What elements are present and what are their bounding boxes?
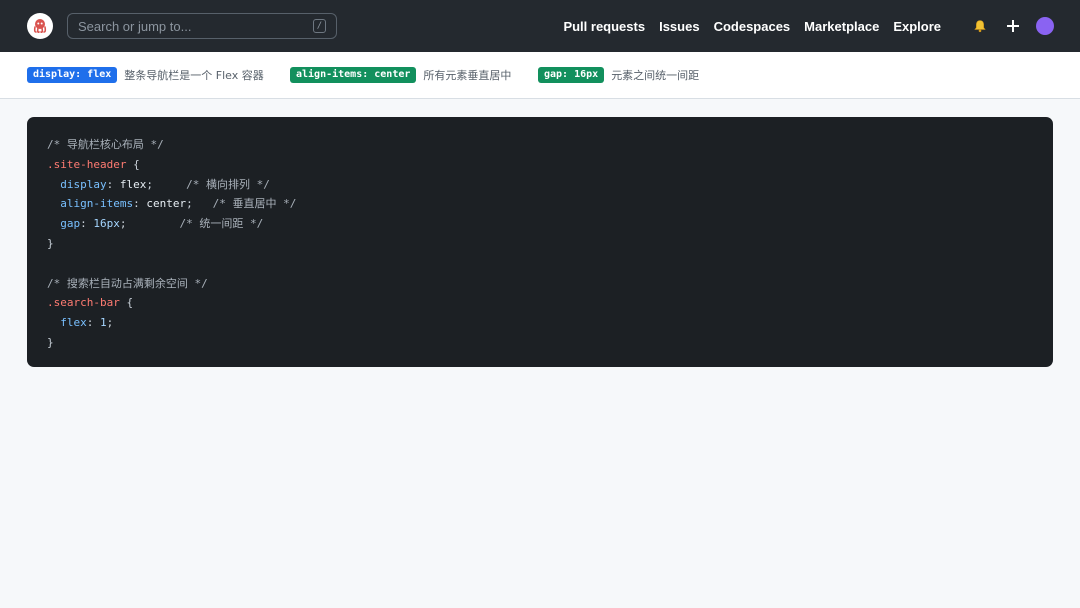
legend-item-display-flex: display: flex 整条导航栏是一个 Flex 容器 <box>27 67 264 83</box>
code-brace: { <box>126 296 134 310</box>
code-comment: /* 横向排列 */ <box>186 177 270 191</box>
code-brace: } <box>47 236 54 250</box>
code-line: } <box>47 333 1033 353</box>
code-line: gap: 16px; /* 统一间距 */ <box>60 217 264 231</box>
code-brace: { <box>133 157 140 171</box>
legend-tag: display: flex <box>27 67 118 83</box>
legend-tag: align-items: center <box>290 67 417 83</box>
code-property: display <box>60 177 107 191</box>
code-line: .search-bar { <box>47 293 1033 313</box>
nav-explore[interactable]: Explore <box>893 19 941 34</box>
code-comment: /* 统一间距 */ <box>179 217 264 231</box>
code-value: flex <box>119 177 147 191</box>
legend-item-align-items: align-items: center 所有元素垂直居中 <box>290 67 511 83</box>
bell-icon[interactable] <box>971 17 989 35</box>
nav-issues[interactable]: Issues <box>659 19 699 34</box>
code-line: /* 导航栏核心布局 */ <box>47 135 1033 155</box>
code-comment: /* 导航栏核心布局 */ <box>47 138 164 151</box>
code-line: } <box>47 234 1033 254</box>
code-property: flex <box>60 316 87 330</box>
code-value: 16px <box>93 217 120 231</box>
code-brace: } <box>47 335 54 349</box>
code-selector: .site-header <box>47 157 127 171</box>
code-comment: /* 搜索栏自动占满剩余空间 */ <box>47 276 208 290</box>
site-header: / Pull requests Issues Codespaces Market… <box>0 0 1080 52</box>
legend-description: 整条导航栏是一个 Flex 容器 <box>124 69 264 82</box>
code-property: gap <box>60 217 81 231</box>
nav-codespaces[interactable]: Codespaces <box>714 19 791 34</box>
search-bar[interactable]: / <box>67 13 337 39</box>
header-actions <box>971 17 1054 35</box>
code-property: align-items <box>60 197 134 211</box>
slash-shortcut-key: / <box>313 19 326 33</box>
code-line: align-items: center; /* 垂直居中 */ <box>60 197 297 211</box>
code-line: .site-header { <box>47 155 1033 175</box>
code-line: display: flex; /* 横向排列 */ <box>60 177 270 191</box>
octopus-logo-icon[interactable] <box>27 13 53 39</box>
code-comment: /* 垂直居中 */ <box>212 197 297 211</box>
legend-description: 元素之间统一间距 <box>611 69 700 82</box>
legend-tag: gap: 16px <box>538 67 605 83</box>
avatar[interactable] <box>1036 17 1054 35</box>
code-line: /* 搜索栏自动占满剩余空间 */ <box>47 274 1033 294</box>
code-value: 1 <box>100 316 107 330</box>
code-selector: .search-bar <box>47 296 120 310</box>
nav-marketplace[interactable]: Marketplace <box>804 19 879 34</box>
main-nav: Pull requests Issues Codespaces Marketpl… <box>563 19 941 34</box>
code-block: /* 导航栏核心布局 */ .site-header { display: fl… <box>27 117 1053 367</box>
legend-bar: display: flex 整条导航栏是一个 Flex 容器 align-ite… <box>0 52 1080 99</box>
legend-description: 所有元素垂直居中 <box>423 69 512 82</box>
plus-icon[interactable] <box>1006 19 1020 33</box>
search-input[interactable] <box>78 18 298 34</box>
code-value: center <box>146 197 187 211</box>
nav-pull-requests[interactable]: Pull requests <box>563 19 645 34</box>
legend-item-gap: gap: 16px 元素之间统一间距 <box>538 67 699 83</box>
code-line: flex: 1; <box>60 316 114 330</box>
